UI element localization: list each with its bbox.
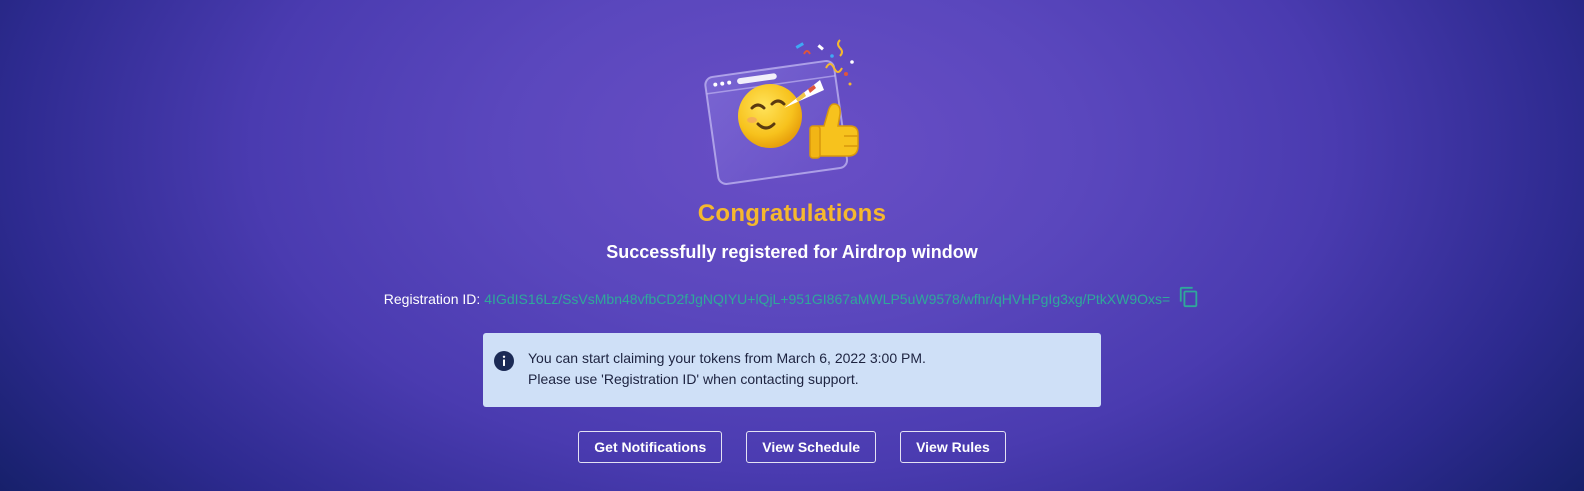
- get-notifications-button[interactable]: Get Notifications: [578, 431, 723, 463]
- claim-info-notice: You can start claiming your tokens from …: [483, 333, 1101, 407]
- view-schedule-button[interactable]: View Schedule: [746, 431, 877, 463]
- notice-line-claim-date: You can start claiming your tokens from …: [528, 350, 926, 366]
- registration-id-value[interactable]: 4IGdIS16Lz/SsVsMbn48vfbCD2fJgNQIYU+lQjL+…: [484, 291, 1170, 307]
- registration-id-label: Registration ID:: [383, 291, 481, 307]
- notice-text: You can start claiming your tokens from …: [528, 348, 926, 390]
- registration-id-row: Registration ID: 4IGdIS16Lz/SsVsMbn48vfbC…: [0, 286, 1584, 311]
- action-buttons: Get Notifications View Schedule View Rul…: [0, 431, 1584, 463]
- info-icon: [494, 351, 514, 371]
- notice-line-support: Please use 'Registration ID' when contac…: [528, 371, 859, 387]
- celebration-illustration: [700, 28, 880, 198]
- copy-icon[interactable]: [1178, 286, 1200, 311]
- view-rules-button[interactable]: View Rules: [900, 431, 1006, 463]
- success-page: Congratulations Successfully registered …: [0, 0, 1584, 491]
- registration-success-message: Successfully registered for Airdrop wind…: [606, 242, 978, 262]
- party-emoji-icon: [704, 39, 859, 185]
- congratulations-title: Congratulations: [697, 200, 887, 227]
